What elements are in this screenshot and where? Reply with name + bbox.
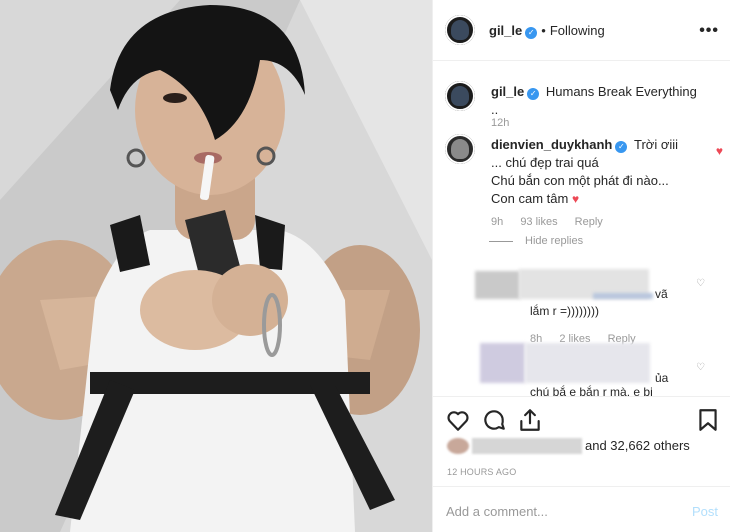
post-comment-button[interactable]: Post bbox=[692, 504, 718, 519]
reply-text-b: chú bắ e bắn r mà, e bị bbox=[530, 385, 653, 396]
separator-dot: • bbox=[541, 23, 546, 38]
caption-avatar[interactable] bbox=[445, 81, 475, 111]
post-header: gil_le ✓ • Following ••• bbox=[433, 0, 730, 61]
comment-input[interactable] bbox=[446, 501, 666, 521]
reply-like-heart-icon[interactable]: ♡ bbox=[696, 363, 705, 373]
like-heart-icon[interactable] bbox=[445, 407, 471, 433]
caption-row: gil_le ✓ Humans Break Everything .. 12h bbox=[445, 81, 721, 141]
blurred-liker-avatar bbox=[447, 437, 469, 454]
comment-time[interactable]: 9h bbox=[491, 216, 503, 228]
reply-text-a: ủa bbox=[655, 371, 669, 385]
caption-time[interactable]: 12h bbox=[491, 114, 509, 132]
share-icon[interactable] bbox=[517, 407, 543, 433]
post-actions: and 32,662 others 12 HOURS AGO bbox=[433, 396, 730, 486]
comment-body: dienvien_duykhanh ✓ Trời ơiii ... chú đẹp… bbox=[491, 136, 701, 208]
reply-like-heart-icon[interactable]: ♡ bbox=[696, 279, 705, 289]
comment-bubble-icon[interactable] bbox=[481, 407, 507, 433]
post-timestamp[interactable]: 12 HOURS AGO bbox=[447, 467, 516, 477]
comments-list[interactable]: gil_le ✓ Humans Break Everything .. 12h d… bbox=[433, 61, 730, 396]
comment-text-line-4: Con cam tâm bbox=[491, 191, 569, 206]
caption-body: gil_le ✓ Humans Break Everything .. bbox=[491, 83, 701, 119]
comment-text-line-3: Chú bắn con một phát đi nào... bbox=[491, 173, 669, 188]
heart-emoji-icon: ♥ bbox=[571, 192, 580, 206]
post-photo[interactable] bbox=[0, 0, 432, 532]
bookmark-icon[interactable] bbox=[695, 407, 721, 433]
divider-line bbox=[489, 240, 513, 242]
comment-meta: 9h 93 likes Reply bbox=[491, 216, 617, 228]
likes-count-text: and 32,662 others bbox=[585, 438, 690, 454]
verified-badge-icon: ✓ bbox=[527, 88, 540, 100]
blurred-liker-name bbox=[472, 437, 582, 454]
blurred-avatar bbox=[475, 271, 520, 299]
post-photo-illustration bbox=[0, 0, 432, 532]
blurred-username bbox=[525, 343, 650, 383]
following-status[interactable]: Following bbox=[550, 23, 605, 38]
hide-replies-button[interactable]: Hide replies bbox=[489, 235, 583, 247]
author-line: gil_le ✓ • Following bbox=[489, 23, 605, 39]
blurred-avatar bbox=[480, 343, 525, 383]
comment-text-line-1: Trời ơiii bbox=[634, 137, 679, 152]
post-side-panel: gil_le ✓ • Following ••• gil_le ✓ Humans Bre… bbox=[432, 0, 730, 532]
verified-badge-icon: ✓ bbox=[525, 27, 538, 39]
author-avatar[interactable] bbox=[445, 15, 475, 45]
reply-text-a: vã bbox=[655, 287, 668, 301]
hide-replies-label: Hide replies bbox=[525, 235, 584, 247]
commenter-username[interactable]: dienvien_duykhanh bbox=[491, 137, 612, 152]
likes-summary[interactable]: and 32,662 others bbox=[447, 437, 690, 455]
comment-liked-heart-icon[interactable]: ♥ bbox=[716, 145, 723, 157]
blurred-text bbox=[593, 293, 653, 299]
commenter-avatar[interactable] bbox=[445, 134, 475, 164]
add-comment-bar: Post bbox=[433, 486, 730, 532]
comment-likes[interactable]: 93 likes bbox=[520, 216, 557, 228]
author-username[interactable]: gil_le bbox=[489, 23, 522, 38]
more-options-icon[interactable]: ••• bbox=[699, 22, 719, 40]
verified-badge-icon: ✓ bbox=[615, 141, 628, 153]
reply-text-b: lắm r =)))))))) bbox=[530, 304, 599, 318]
comment-text-line-2: ... chú đẹp trai quá bbox=[491, 155, 599, 170]
comment-reply-button[interactable]: Reply bbox=[575, 216, 603, 228]
comment-row: dienvien_duykhanh ✓ Trời ơiii ... chú đẹp… bbox=[445, 134, 723, 214]
caption-username[interactable]: gil_le bbox=[491, 84, 524, 99]
